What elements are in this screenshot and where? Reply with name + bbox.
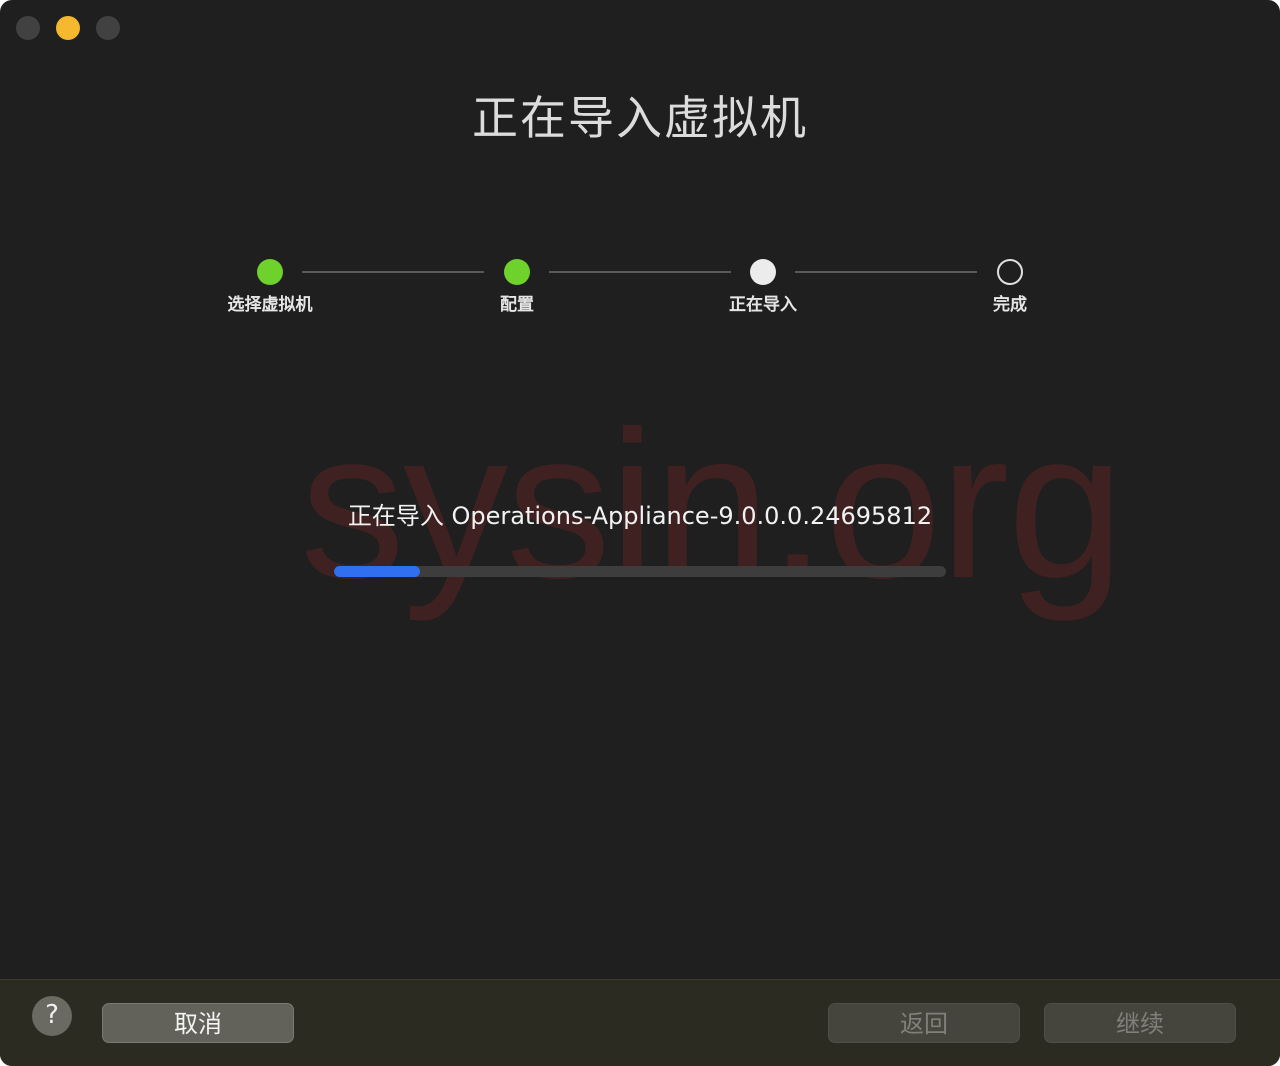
step-connector bbox=[302, 271, 484, 273]
import-progress-fill bbox=[334, 566, 420, 577]
minimize-window-button[interactable] bbox=[56, 16, 80, 40]
step-label-finish: 完成 bbox=[993, 295, 1027, 315]
import-vm-window: 正在导入虚拟机 选择虚拟机 配置 正在导入 完成 sysin.org 正在导入 … bbox=[0, 0, 1280, 1066]
step-indicator-configure bbox=[504, 259, 530, 285]
step-indicator-importing bbox=[750, 259, 776, 285]
step-indicator-select-vm bbox=[257, 259, 283, 285]
cancel-button[interactable]: 取消 bbox=[102, 1003, 294, 1043]
close-window-button[interactable] bbox=[16, 16, 40, 40]
step-label-importing: 正在导入 bbox=[729, 295, 797, 315]
continue-button[interactable]: 继续 bbox=[1044, 1003, 1236, 1043]
step-label-select-vm: 选择虚拟机 bbox=[227, 295, 313, 315]
step-label-configure: 配置 bbox=[500, 295, 534, 315]
import-status-text: 正在导入 Operations-Appliance-9.0.0.0.246958… bbox=[347, 502, 933, 530]
step-connector bbox=[549, 271, 731, 273]
import-progress-bar bbox=[334, 566, 946, 577]
page-title: 正在导入虚拟机 bbox=[472, 91, 808, 145]
back-button[interactable]: 返回 bbox=[828, 1003, 1020, 1043]
help-button[interactable]: ? bbox=[32, 996, 72, 1036]
step-connector bbox=[795, 271, 977, 273]
progress-stepper: 选择虚拟机 配置 正在导入 完成 bbox=[0, 258, 1280, 318]
zoom-window-button[interactable] bbox=[96, 16, 120, 40]
footer-bar: ? 取消 返回 继续 bbox=[0, 979, 1280, 1066]
step-indicator-finish bbox=[997, 259, 1023, 285]
window-controls bbox=[16, 16, 120, 40]
